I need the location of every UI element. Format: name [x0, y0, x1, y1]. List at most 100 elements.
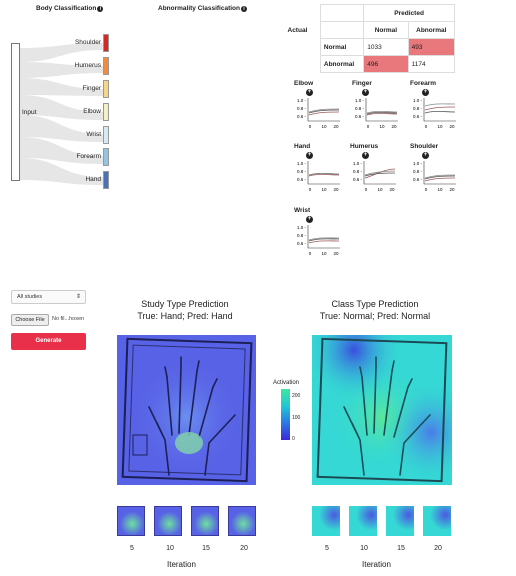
- x-tick-label: 10: [321, 187, 327, 192]
- colorbar-tick: 100: [292, 415, 301, 421]
- x-tick-label: 20: [389, 187, 395, 192]
- expand-plus-icon[interactable]: +: [306, 216, 313, 223]
- class-iteration-thumbnail[interactable]: [386, 506, 414, 536]
- expand-plus-icon[interactable]: +: [362, 152, 369, 159]
- mini-line-plot: 1.0 - 0.8 - 0.6 -0 10 20: [355, 98, 398, 129]
- body-part-bar[interactable]: [103, 126, 109, 144]
- x-tick-label: 0: [425, 187, 428, 192]
- abnormality-classification-title: Abnormality Classification: [158, 5, 240, 12]
- x-tick-label: 0: [309, 187, 312, 192]
- studies-select[interactable]: All studies ⇕: [11, 290, 86, 304]
- colorbar-tick: 0: [292, 436, 295, 442]
- x-tick-label: 0: [425, 124, 428, 129]
- body-part-bar[interactable]: [103, 34, 109, 52]
- x-tick-label: 20: [391, 124, 397, 129]
- y-tick-label: 0.6 -: [297, 241, 307, 246]
- series-line: [424, 177, 456, 182]
- x-tick-label: 0: [309, 124, 312, 129]
- y-tick-label: 0.8 -: [413, 106, 423, 111]
- mini-line-plot: 1.0 - 0.8 - 0.6 -0 10 20: [297, 161, 340, 192]
- study-iteration-thumbnail[interactable]: [228, 506, 256, 536]
- body-part-label: Wrist: [86, 131, 101, 138]
- mini-chart-title: Wrist: [294, 207, 311, 214]
- body-part-bar[interactable]: [103, 148, 109, 166]
- cell-abnormal-abnormal: 1174: [407, 55, 456, 73]
- expand-plus-icon[interactable]: +: [362, 89, 369, 96]
- study-iteration-thumbnail[interactable]: [117, 506, 145, 536]
- class-iteration-thumbnail[interactable]: [312, 506, 340, 536]
- class-panel-subtitle: True: Normal; Pred: Normal: [319, 311, 431, 321]
- row-header-normal: Normal: [319, 38, 365, 56]
- y-tick-label: 0.6 -: [355, 114, 365, 119]
- mini-chart: Humerus +1.0 - 0.8 - 0.6 -0 10 20: [350, 143, 410, 198]
- body-part-bar[interactable]: [103, 57, 109, 75]
- y-tick-label: 0.6 -: [297, 177, 307, 182]
- iteration-tick: 10: [360, 545, 368, 552]
- row-header-abnormal: Abnormal: [319, 55, 365, 73]
- mini-chart-title: Hand: [294, 143, 311, 150]
- mini-chart: Finger +1.0 - 0.8 - 0.6 -0 10 20: [352, 80, 412, 135]
- body-part-bar[interactable]: [103, 80, 109, 98]
- series-line: [424, 106, 456, 111]
- x-tick-label: 20: [333, 124, 339, 129]
- expand-plus-icon[interactable]: +: [306, 89, 313, 96]
- study-iteration-thumbnail[interactable]: [191, 506, 219, 536]
- mini-chart: Elbow +1.0 - 0.8 - 0.6 -0 10 20: [294, 80, 354, 135]
- study-panel-title: Study Type Prediction: [141, 299, 229, 309]
- body-part-label: Hand: [85, 176, 101, 183]
- choose-file-button[interactable]: Choose File: [11, 314, 49, 326]
- x-tick-label: 10: [321, 124, 327, 129]
- expand-plus-icon[interactable]: +: [422, 89, 429, 96]
- x-tick-label: 0: [365, 187, 368, 192]
- expand-plus-icon[interactable]: +: [306, 152, 313, 159]
- iteration-tick: 20: [434, 545, 442, 552]
- x-tick-label: 10: [377, 187, 383, 192]
- iteration-axis-label: Iteration: [167, 560, 196, 569]
- class-iteration-thumbnail[interactable]: [349, 506, 377, 536]
- series-line: [308, 240, 340, 244]
- iteration-axis-label: Iteration: [362, 560, 391, 569]
- y-tick-label: 0.6 -: [353, 177, 363, 182]
- body-part-bar[interactable]: [103, 103, 109, 121]
- class-iteration-thumbnail[interactable]: [423, 506, 451, 536]
- body-part-label: Humerus: [74, 62, 101, 69]
- predicted-axis-label: Predicted: [363, 4, 455, 22]
- axis-line: [365, 98, 398, 122]
- cell-abnormal-normal: 496: [363, 55, 409, 73]
- mini-chart-title: Humerus: [350, 143, 379, 150]
- iteration-tick: 20: [240, 545, 248, 552]
- mini-line-plot: 1.0 - 0.8 - 0.6 -0 10 20: [297, 225, 340, 256]
- iteration-tick: 10: [166, 545, 174, 552]
- info-icon[interactable]: i: [241, 6, 247, 12]
- y-tick-label: 1.0 -: [355, 98, 365, 103]
- generate-button[interactable]: Generate: [11, 333, 86, 350]
- studies-select-value: All studies: [17, 294, 43, 300]
- mini-chart: Hand +1.0 - 0.8 - 0.6 -0 10 20: [294, 143, 354, 198]
- y-tick-label: 1.0 -: [297, 161, 307, 166]
- col-header-normal: Normal: [363, 21, 409, 39]
- col-header-abnormal: Abnormal: [407, 21, 456, 39]
- axis-line: [307, 161, 340, 185]
- y-tick-label: 1.0 -: [413, 98, 423, 103]
- y-tick-label: 0.6 -: [413, 114, 423, 119]
- y-tick-label: 0.8 -: [297, 233, 307, 238]
- mini-chart: Wrist +1.0 - 0.8 - 0.6 -0 10 20: [294, 207, 354, 262]
- y-tick-label: 0.8 -: [413, 169, 423, 174]
- study-iteration-thumbnail[interactable]: [154, 506, 182, 536]
- y-tick-label: 0.8 -: [353, 169, 363, 174]
- x-tick-label: 20: [333, 251, 339, 256]
- mini-chart-title: Forearm: [410, 80, 437, 87]
- x-tick-label: 10: [379, 124, 385, 129]
- expand-plus-icon[interactable]: +: [422, 152, 429, 159]
- select-arrows-icon: ⇕: [75, 294, 81, 300]
- y-tick-label: 1.0 -: [297, 225, 307, 230]
- x-tick-label: 10: [437, 124, 443, 129]
- mini-chart-title: Shoulder: [410, 143, 439, 150]
- body-part-bar[interactable]: [103, 171, 109, 189]
- y-tick-label: 1.0 -: [353, 161, 363, 166]
- mini-line-plot: 1.0 - 0.8 - 0.6 -0 10 20: [353, 161, 396, 192]
- iteration-tick: 5: [325, 545, 329, 552]
- axis-line: [307, 225, 340, 249]
- mini-chart-title: Elbow: [294, 80, 314, 87]
- mini-chart: Shoulder +1.0 - 0.8 - 0.6 -0 10 20: [410, 143, 470, 198]
